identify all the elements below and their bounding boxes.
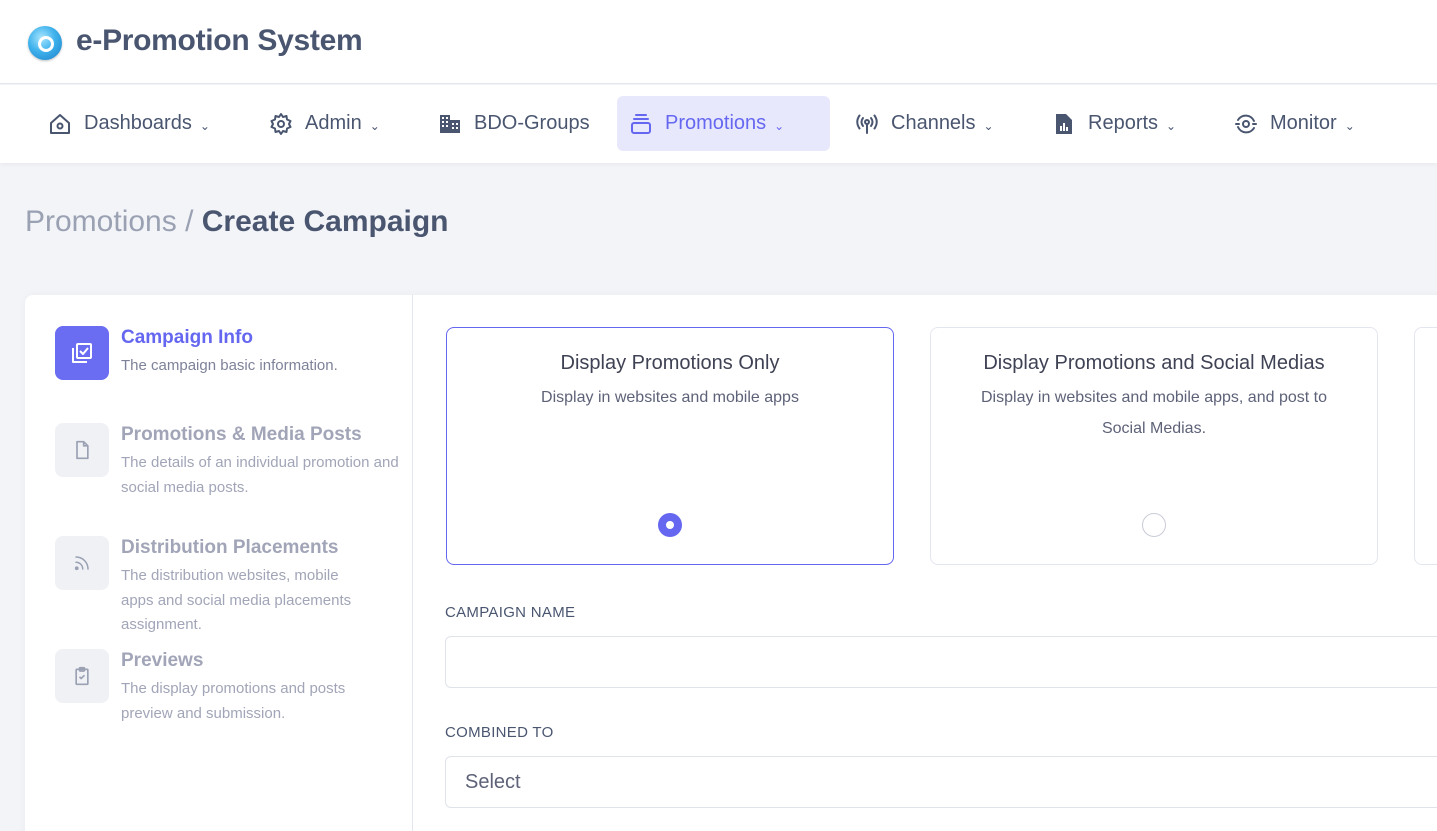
- combined-to-select[interactable]: Select: [445, 756, 1437, 808]
- combined-to-label: COMBINED TO: [445, 724, 554, 741]
- monitor-eye-icon: [1234, 112, 1258, 136]
- radio-button[interactable]: [1142, 513, 1166, 537]
- step-description: The distribution websites, mobile apps a…: [121, 567, 352, 633]
- main-nav: Dashboards ⌄ Admin ⌄ BDO-Groups Promotio…: [0, 85, 1437, 163]
- home-icon: [48, 112, 72, 136]
- radio-button[interactable]: [658, 513, 682, 537]
- nav-reports[interactable]: Reports ⌄: [1040, 96, 1188, 151]
- breadcrumb-parent[interactable]: Promotions /: [25, 205, 193, 238]
- step-title: Promotions & Media Posts: [121, 424, 362, 445]
- broadcast-icon: [855, 112, 879, 136]
- top-header: e-Promotion System: [0, 0, 1437, 84]
- nav-channels-label: Channels: [891, 112, 976, 134]
- option-description: Display in websites and mobile apps: [541, 389, 799, 406]
- nav-monitor-label: Monitor: [1270, 112, 1337, 134]
- step-title: Previews: [121, 650, 204, 671]
- step-title: Campaign Info: [121, 327, 253, 348]
- rss-icon: [55, 536, 109, 590]
- gear-icon: [269, 112, 293, 136]
- report-file-icon: [1052, 112, 1076, 136]
- nav-admin[interactable]: Admin ⌄: [257, 96, 392, 151]
- step-description: The display promotions and posts preview…: [121, 680, 346, 722]
- page-title: Create Campaign: [201, 205, 449, 238]
- chevron-down-icon: ⌄: [369, 118, 380, 133]
- nav-reports-label: Reports: [1088, 112, 1159, 134]
- wizard-stepper: Campaign Info The campaign basic informa…: [25, 295, 413, 831]
- document-icon: [55, 423, 109, 477]
- breadcrumb: Promotions / Create Campaign: [25, 205, 449, 239]
- chevron-down-icon: ⌄: [1166, 118, 1177, 133]
- nav-dashboards[interactable]: Dashboards ⌄: [36, 96, 222, 151]
- create-campaign-card: Campaign Info The campaign basic informa…: [25, 295, 1437, 831]
- nav-admin-label: Admin: [305, 112, 362, 134]
- nav-promotions[interactable]: Promotions ⌄: [617, 96, 830, 151]
- nav-promotions-label: Promotions: [665, 112, 767, 134]
- checklist-icon: [55, 326, 109, 380]
- clipboard-check-icon: [55, 649, 109, 703]
- chevron-down-icon: ⌄: [774, 118, 785, 133]
- campaign-name-input[interactable]: [445, 636, 1437, 688]
- nav-bdo-groups-label: BDO-Groups: [474, 112, 590, 134]
- step-description: The campaign basic information.: [121, 357, 338, 374]
- app-logo-icon[interactable]: [28, 26, 62, 60]
- nav-monitor[interactable]: Monitor ⌄: [1222, 96, 1367, 151]
- stack-icon: [629, 112, 653, 136]
- option-display-promotions-only[interactable]: Display Promotions Only Display in websi…: [446, 327, 894, 565]
- app-title: e-Promotion System: [76, 24, 363, 57]
- option-title: Display Promotions and Social Medias: [983, 352, 1325, 374]
- nav-bdo-groups[interactable]: BDO-Groups: [426, 96, 602, 151]
- campaign-name-label: CAMPAIGN NAME: [445, 604, 576, 621]
- option-title: Display Promotions Only: [560, 352, 780, 374]
- nav-channels[interactable]: Channels ⌄: [843, 96, 1006, 151]
- nav-dashboards-label: Dashboards: [84, 112, 192, 134]
- buildings-icon: [438, 112, 462, 136]
- chevron-down-icon: ⌄: [1344, 118, 1355, 133]
- option-display-promotions-social-medias[interactable]: Display Promotions and Social Medias Dis…: [930, 327, 1378, 565]
- step-description: The details of an individual promotion a…: [121, 454, 399, 496]
- option-description: Display in websites and mobile apps, and…: [981, 389, 1327, 437]
- chevron-down-icon: ⌄: [983, 118, 994, 133]
- chevron-down-icon: ⌄: [199, 118, 210, 133]
- option-partial[interactable]: [1414, 327, 1437, 565]
- step-title: Distribution Placements: [121, 537, 339, 558]
